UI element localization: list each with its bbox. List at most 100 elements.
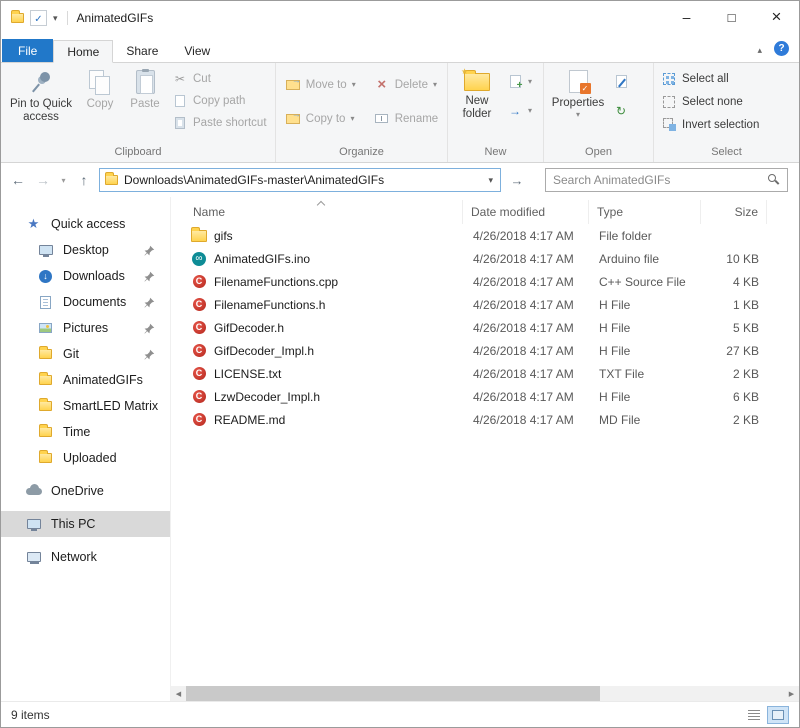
rename-button[interactable]: Rename [370, 108, 442, 129]
collapse-ribbon-icon[interactable] [757, 42, 762, 56]
sidebar-item-label: Time [63, 425, 90, 439]
delete-button[interactable]: Delete [370, 74, 442, 95]
folder-icon [39, 427, 52, 437]
scroll-left-icon[interactable] [171, 686, 186, 701]
tab-home[interactable]: Home [53, 40, 113, 63]
address-dropdown-icon[interactable] [486, 175, 495, 186]
sidebar-item-smartled-matrix[interactable]: SmartLED Matrix [1, 393, 170, 419]
new-item-button[interactable] [503, 71, 536, 92]
search-box[interactable] [545, 168, 788, 192]
cpp-file-icon [193, 275, 206, 288]
file-row[interactable]: AnimatedGIFs.ino 4/26/2018 4:17 AM Ardui… [171, 247, 799, 270]
paste-button[interactable]: Paste [122, 65, 168, 111]
column-header-type[interactable]: Type [589, 200, 701, 224]
sidebar-item-label: Pictures [63, 321, 108, 335]
file-row[interactable]: LICENSE.txt 4/26/2018 4:17 AM TXT File 2… [171, 362, 799, 385]
ribbon-group-open: Properties Open [543, 63, 653, 162]
scrollbar-thumb[interactable] [186, 686, 600, 701]
quick-access-toolbar-button[interactable] [30, 10, 47, 26]
easy-access-button[interactable] [503, 100, 536, 121]
scroll-right-icon[interactable] [784, 686, 799, 701]
sidebar-item-network[interactable]: Network [1, 544, 170, 570]
select-all-button[interactable]: Select all [657, 68, 733, 89]
minimize-button[interactable] [664, 1, 709, 33]
file-type: File folder [589, 229, 701, 243]
thumbnails-view-button[interactable] [767, 706, 789, 724]
dropdown-icon [350, 114, 354, 123]
copy-path-button[interactable]: Copy path [168, 90, 271, 111]
tab-view[interactable]: View [171, 39, 223, 62]
close-button[interactable] [754, 1, 799, 33]
select-none-icon [663, 96, 675, 108]
address-path[interactable]: Downloads\AnimatedGIFs-master\AnimatedGI… [124, 173, 480, 187]
sidebar-item-desktop[interactable]: Desktop [1, 237, 170, 263]
ribbon-group-new: New folder New [447, 63, 543, 162]
file-name: LICENSE.txt [214, 367, 281, 381]
paste-shortcut-button[interactable]: Paste shortcut [168, 112, 271, 133]
tab-file[interactable]: File [2, 39, 53, 62]
history-icon [613, 104, 629, 118]
column-header-size[interactable]: Size [701, 200, 767, 224]
file-row[interactable]: FilenameFunctions.h 4/26/2018 4:17 AM H … [171, 293, 799, 316]
button-label: Select none [682, 96, 743, 108]
properties-icon [569, 70, 588, 93]
file-row[interactable]: LzwDecoder_Impl.h 4/26/2018 4:17 AM H Fi… [171, 385, 799, 408]
search-icon[interactable] [768, 174, 780, 186]
pin-icon [144, 297, 155, 308]
column-header-date-modified[interactable]: Date modified [463, 200, 589, 224]
new-folder-button[interactable]: New folder [451, 65, 503, 121]
sidebar-item-git[interactable]: Git [1, 341, 170, 367]
sidebar-item-uploaded[interactable]: Uploaded [1, 445, 170, 471]
sidebar-item-label: SmartLED Matrix [63, 399, 158, 413]
sidebar-item-onedrive[interactable]: OneDrive [1, 478, 170, 504]
sidebar-item-pictures[interactable]: Pictures [1, 315, 170, 341]
search-input[interactable] [553, 173, 768, 187]
maximize-button[interactable] [709, 1, 754, 33]
sidebar-item-quick-access[interactable]: Quick access [1, 211, 170, 237]
file-row[interactable]: README.md 4/26/2018 4:17 AM MD File 2 KB [171, 408, 799, 431]
details-view-button[interactable] [743, 706, 765, 724]
horizontal-scrollbar[interactable] [171, 686, 799, 701]
view-toggles [743, 706, 789, 724]
file-row[interactable]: FilenameFunctions.cpp 4/26/2018 4:17 AM … [171, 270, 799, 293]
paste-icon [136, 70, 155, 94]
file-name: FilenameFunctions.h [214, 298, 325, 312]
network-icon [27, 552, 41, 562]
invert-selection-button[interactable]: Invert selection [657, 114, 763, 135]
sidebar-item-label: Git [63, 347, 79, 361]
file-row[interactable]: GifDecoder.h 4/26/2018 4:17 AM H File 5 … [171, 316, 799, 339]
tab-share[interactable]: Share [113, 39, 171, 62]
recent-locations-dropdown-icon[interactable] [58, 176, 69, 185]
pin-to-quick-access-button[interactable]: Pin to Quick access [4, 65, 78, 124]
sidebar-item-animatedgifs[interactable]: AnimatedGIFs [1, 367, 170, 393]
file-size: 4 KB [701, 275, 767, 289]
history-button[interactable] [609, 100, 633, 121]
address-bar[interactable]: Downloads\AnimatedGIFs-master\AnimatedGI… [99, 168, 501, 192]
column-header-name[interactable]: Name [191, 200, 463, 224]
qat-dropdown-icon[interactable] [53, 13, 58, 24]
group-label-select: Select [657, 145, 796, 162]
tabrow-right [757, 41, 799, 62]
sidebar-item-time[interactable]: Time [1, 419, 170, 445]
sidebar-item-this-pc[interactable]: This PC [1, 511, 170, 537]
file-date: 4/26/2018 4:17 AM [463, 413, 589, 427]
file-row[interactable]: GifDecoder_Impl.h 4/26/2018 4:17 AM H Fi… [171, 339, 799, 362]
select-none-button[interactable]: Select none [657, 91, 747, 112]
file-row[interactable]: gifs 4/26/2018 4:17 AM File folder [171, 224, 799, 247]
edit-button[interactable] [609, 71, 633, 92]
properties-button[interactable]: Properties [547, 65, 609, 119]
copy-to-button[interactable]: Copy to [281, 108, 360, 129]
help-icon[interactable] [774, 41, 789, 56]
h-file-icon [193, 298, 206, 311]
ribbon-group-clipboard: Pin to Quick access Copy Paste Cut [1, 63, 275, 162]
sidebar-item-documents[interactable]: Documents [1, 289, 170, 315]
copy-button[interactable]: Copy [78, 65, 122, 111]
forward-button[interactable] [33, 172, 53, 188]
move-to-button[interactable]: Move to [281, 74, 360, 95]
up-button[interactable] [74, 172, 94, 188]
cut-button[interactable]: Cut [168, 68, 271, 89]
group-label-open: Open [547, 145, 650, 162]
back-button[interactable] [8, 172, 28, 188]
sidebar-item-downloads[interactable]: Downloads [1, 263, 170, 289]
go-to-button[interactable] [506, 168, 528, 192]
